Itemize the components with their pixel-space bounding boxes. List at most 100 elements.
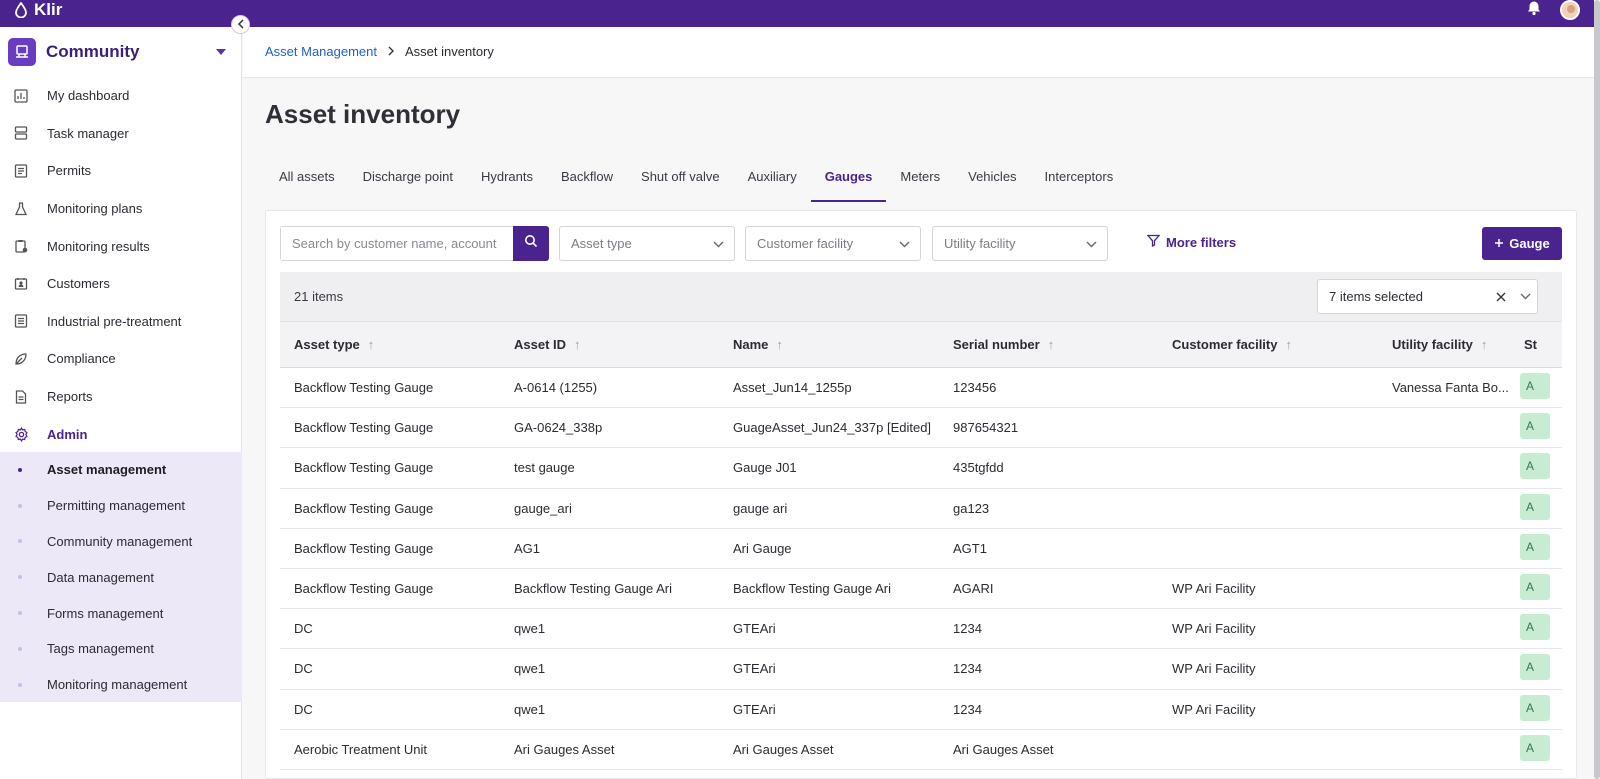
column-header-serial-number[interactable]: Serial number ↑ [939, 322, 1158, 368]
cell-customer-facility: WP Ari Facility [1172, 661, 1256, 677]
tab-hydrants[interactable]: Hydrants [467, 160, 547, 202]
table-header-row: Asset type ↑ Asset ID ↑ Name ↑ Serial numbe… [280, 321, 1562, 368]
subnav-item-monitoring-management[interactable]: Monitoring management [0, 667, 242, 703]
cell-status: A [1510, 408, 1562, 448]
bell-icon[interactable] [1526, 0, 1542, 21]
sort-arrow-icon[interactable]: ↑ [1285, 337, 1292, 352]
sort-arrow-icon[interactable]: ↑ [1481, 337, 1488, 352]
asset-type-select[interactable]: Asset type [559, 226, 735, 261]
subnav-label: Data management [47, 569, 154, 585]
tab-interceptors[interactable]: Interceptors [1031, 160, 1128, 202]
sidebar-item-monitoring-plans[interactable]: Monitoring plans [0, 190, 242, 228]
subnav-item-asset-management[interactable]: Asset management [0, 452, 242, 488]
tab-meters[interactable]: Meters [886, 160, 954, 202]
subnav-item-tags-management[interactable]: Tags management [0, 631, 242, 667]
table-row[interactable]: Aerobic Treatment Unit Ari Gauges Asset … [280, 729, 1562, 770]
scrollbar-thumb[interactable] [1594, 0, 1600, 779]
status-badge: A [1520, 413, 1550, 440]
status-badge: A [1520, 734, 1550, 761]
sort-arrow-icon[interactable]: ↑ [1048, 337, 1055, 352]
sort-arrow-icon[interactable]: ↑ [574, 337, 581, 352]
sidebar-item-industrial-pre-treatment[interactable]: Industrial pre-treatment [0, 303, 242, 341]
sidebar-item-permits[interactable]: Permits [0, 152, 242, 190]
cell-customer-facility: WP Ari Facility [1172, 621, 1256, 637]
breadcrumb-link-asset-management[interactable]: Asset Management [265, 44, 377, 59]
sidebar-item-reports[interactable]: Reports [0, 378, 242, 416]
sidebar-item-label: Admin [47, 426, 88, 442]
avatar[interactable] [1560, 0, 1580, 20]
sidebar-item-customers[interactable]: Customers [0, 265, 242, 303]
sidebar-item-admin[interactable]: Admin [0, 415, 242, 453]
page-header: Asset Management Asset inventory [243, 27, 1600, 78]
subnav-item-permitting-management[interactable]: Permitting management [0, 488, 242, 524]
subnav-item-community-management[interactable]: Community management [0, 524, 242, 560]
clear-icon[interactable] [1489, 292, 1513, 302]
subnav-item-forms-management[interactable]: Forms management [0, 595, 242, 631]
search-input[interactable] [281, 227, 513, 260]
sidebar-item-task-manager[interactable]: Task manager [0, 115, 242, 153]
community-label: Community [46, 42, 140, 61]
cell-serial-number: Ari Gauges Asset [953, 741, 1054, 757]
column-header-asset-type[interactable]: Asset type ↑ [280, 322, 500, 368]
table-row[interactable]: DC qwe1 GTEAri 1234 WP Ari Facility A [280, 689, 1562, 730]
cell-customer-facility [1158, 488, 1378, 528]
cell-customer-facility [1158, 528, 1378, 568]
community-switcher[interactable]: Community [8, 38, 230, 66]
cell-name: GTEAri [733, 661, 776, 677]
tab-all-assets[interactable]: All assets [265, 160, 349, 202]
column-header-asset-id[interactable]: Asset ID ↑ [500, 322, 719, 368]
cell-status: A [1510, 368, 1562, 408]
tab-backflow[interactable]: Backflow [547, 160, 627, 202]
collapse-sidebar-button[interactable] [231, 15, 250, 34]
search-button[interactable] [513, 226, 549, 261]
cell-utility-facility [1378, 408, 1510, 448]
column-header-status[interactable]: St [1510, 322, 1562, 368]
column-header-utility-facility[interactable]: Utility facility ↑ [1378, 322, 1510, 368]
sidebar-item-my-dashboard[interactable]: My dashboard [0, 77, 242, 115]
filter-icon [1146, 234, 1161, 250]
table-row[interactable]: Backflow Testing Gauge A-0614 (1255) Ass… [280, 368, 1562, 408]
subnav-label: Community management [47, 533, 193, 549]
utility-facility-select[interactable]: Utility facility [932, 226, 1108, 261]
sidebar-item-label: Monitoring plans [47, 201, 143, 217]
status-badge: A [1520, 373, 1550, 400]
table-row[interactable]: Backflow Testing Gauge GA-0624_338p Guag… [280, 408, 1562, 448]
columns-selected-label: 7 items selected [1329, 289, 1423, 304]
tab-discharge-point[interactable]: Discharge point [349, 160, 467, 202]
table-row[interactable]: Backflow Testing Gauge test gauge Gauge … [280, 448, 1562, 489]
sidebar-item-monitoring-results[interactable]: Monitoring results [0, 227, 242, 265]
sort-arrow-icon[interactable]: ↑ [368, 337, 375, 352]
tab-auxiliary[interactable]: Auxiliary [734, 160, 811, 202]
table-row[interactable]: Backflow Testing Gauge gauge_ari gauge a… [280, 488, 1562, 529]
cell-asset-type: DC [294, 621, 313, 637]
tab-gauges[interactable]: Gauges [810, 160, 887, 202]
more-filters-button[interactable]: More filters [1146, 234, 1236, 250]
cell-name: Asset_Jun14_1255p [733, 380, 852, 396]
column-header-customer-facility[interactable]: Customer facility ↑ [1158, 322, 1378, 368]
sidebar-item-compliance[interactable]: Compliance [0, 340, 242, 378]
cell-status: A [1510, 649, 1562, 689]
table-row[interactable]: Backflow Testing Gauge Backflow Testing … [280, 568, 1562, 609]
sort-arrow-icon[interactable]: ↑ [776, 337, 783, 352]
table-row[interactable]: Backflow Testing Gauge AG1 Ari Gauge AGT… [280, 528, 1562, 569]
cell-asset-id: qwe1 [514, 661, 546, 677]
columns-select[interactable]: 7 items selected [1317, 279, 1538, 314]
tab-shut-off-valve[interactable]: Shut off valve [627, 160, 734, 202]
table-row[interactable]: DC qwe1 GTEAri 1234 WP Ari Facility A [280, 609, 1562, 649]
customer-facility-select[interactable]: Customer facility [745, 226, 921, 261]
table-row[interactable]: DC qwe1 GTEAri 1234 WP Ari Facility A [280, 649, 1562, 689]
subnav-item-data-management[interactable]: Data management [0, 559, 242, 595]
subnav-label: Asset management [47, 462, 167, 478]
cell-serial-number: 1234 [953, 621, 982, 637]
page-scrollbar[interactable] [1594, 0, 1600, 779]
brand-logo[interactable]: Klir [14, 0, 62, 20]
cell-asset-type: Backflow Testing Gauge [294, 581, 434, 597]
cell-asset-type: Backflow Testing Gauge [294, 420, 434, 436]
chevron-down-icon[interactable] [1513, 293, 1537, 300]
cell-utility-facility [1378, 649, 1510, 689]
column-header-name[interactable]: Name ↑ [719, 322, 939, 368]
cell-asset-id: qwe1 [514, 701, 546, 717]
add-gauge-button[interactable]: Gauge [1482, 227, 1562, 260]
tab-vehicles[interactable]: Vehicles [954, 160, 1030, 202]
cell-status: A [1510, 609, 1562, 649]
